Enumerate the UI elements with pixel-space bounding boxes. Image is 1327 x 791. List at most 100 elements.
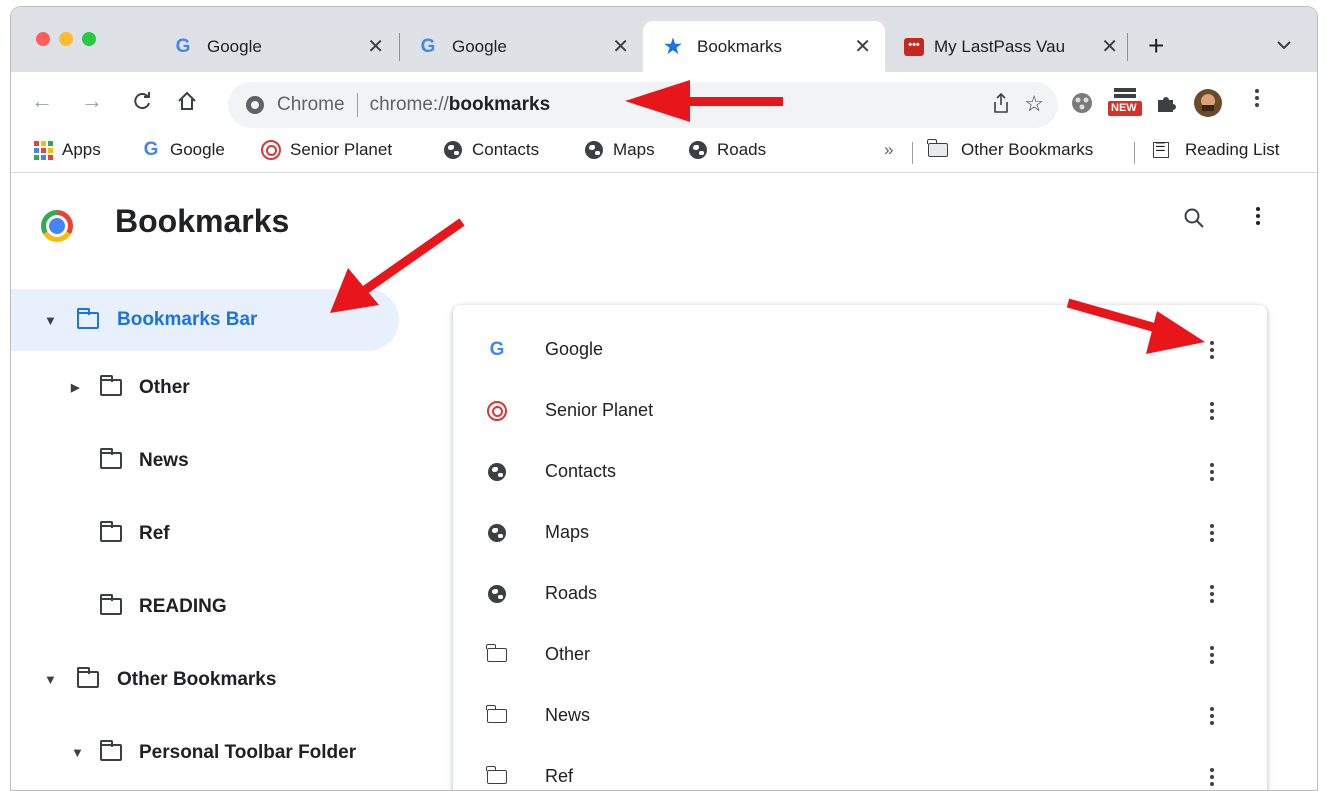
tab-bookmarks[interactable]: ★ Bookmarks ✕ xyxy=(643,21,885,72)
omnibox-divider xyxy=(356,93,358,117)
item-menu-icon[interactable] xyxy=(1210,584,1214,603)
tree-item-bookmarks-bar[interactable]: ▼ Bookmarks Bar xyxy=(11,289,399,351)
toolbar: ← → Chrome chrome:// bookmarks ☆ NEW xyxy=(11,72,1317,132)
list-item[interactable]: Ref xyxy=(453,746,1267,790)
chrome-menu-icon[interactable] xyxy=(1255,89,1259,107)
bookmark-label: Apps xyxy=(62,140,101,159)
bookmark-apps[interactable]: Apps xyxy=(33,138,101,162)
caret-right-icon[interactable]: ▶ xyxy=(71,381,79,394)
close-tab-icon[interactable]: ✕ xyxy=(854,34,871,59)
bookmark-star-icon[interactable]: ☆ xyxy=(1024,91,1044,117)
item-menu-icon[interactable] xyxy=(1210,462,1214,481)
address-bar[interactable]: Chrome chrome:// bookmarks ☆ xyxy=(228,82,1058,128)
google-g-icon: G xyxy=(420,35,436,57)
item-menu-icon[interactable] xyxy=(1210,401,1214,420)
tab-google-2[interactable]: G Google ✕ xyxy=(418,21,643,72)
bookmarks-bar: Apps G Google Senior Planet Contacts Map… xyxy=(11,132,1317,173)
folder-icon xyxy=(100,375,122,396)
list-item[interactable]: News xyxy=(453,685,1267,746)
folder-icon xyxy=(100,594,122,615)
tree-item-personal-toolbar-folder[interactable]: ▼ Personal Toolbar Folder xyxy=(11,716,411,789)
close-tab-icon[interactable]: ✕ xyxy=(367,34,384,59)
bookmark-label: Contacts xyxy=(472,140,540,159)
tab-lastpass[interactable]: ••• My LastPass Vau ✕ xyxy=(904,21,1126,72)
tree-item-other[interactable]: ▶ Other xyxy=(11,351,411,424)
bookmark-other-bookmarks[interactable]: Other Bookmarks xyxy=(927,138,1094,162)
search-icon[interactable] xyxy=(1183,207,1205,234)
tab-title: Bookmarks xyxy=(697,36,783,56)
new-extension-icon[interactable]: NEW xyxy=(1108,86,1142,123)
back-icon[interactable]: ← xyxy=(31,90,53,112)
list-item-label: Google xyxy=(545,339,604,359)
bookmark-contacts[interactable]: Contacts xyxy=(443,138,539,162)
tab-search-chevron-icon[interactable] xyxy=(1276,37,1292,53)
close-tab-icon[interactable]: ✕ xyxy=(612,34,629,59)
film-reel-extension-icon[interactable] xyxy=(1071,92,1093,119)
tree-item-other-bookmarks[interactable]: ▼ Other Bookmarks xyxy=(11,643,411,716)
item-menu-icon[interactable] xyxy=(1210,645,1214,664)
item-menu-icon[interactable] xyxy=(1210,767,1214,786)
bookmark-roads[interactable]: Roads xyxy=(688,138,766,162)
tab-title: Google xyxy=(452,36,507,56)
list-item[interactable]: Maps xyxy=(453,502,1267,563)
bookmark-reading-list[interactable]: Reading List xyxy=(1151,138,1280,162)
new-tab-button[interactable]: + xyxy=(1148,32,1164,60)
list-item[interactable]: Contacts xyxy=(453,441,1267,502)
extensions-puzzle-icon[interactable] xyxy=(1155,92,1177,119)
minimize-window-button[interactable] xyxy=(59,32,73,46)
share-icon[interactable] xyxy=(992,92,1010,120)
caret-down-icon[interactable]: ▼ xyxy=(44,313,57,328)
item-menu-icon[interactable] xyxy=(1210,340,1214,359)
tree-item-reading[interactable]: READING xyxy=(11,570,411,643)
list-item-label: Contacts xyxy=(545,461,617,481)
tree-item-label: Other xyxy=(139,376,190,398)
close-window-button[interactable] xyxy=(36,32,50,46)
google-g-icon: G xyxy=(143,139,159,160)
folder-icon xyxy=(77,667,99,688)
caret-down-icon[interactable]: ▼ xyxy=(71,745,84,760)
folder-icon xyxy=(927,139,948,160)
tab-strip: G Google ✕ G Google ✕ ★ Bookmarks ✕ ••• … xyxy=(11,7,1317,72)
more-options-icon[interactable] xyxy=(1256,207,1260,225)
list-item[interactable]: G Google xyxy=(453,319,1267,380)
tree-item-label: Personal Toolbar Folder xyxy=(139,741,357,763)
close-tab-icon[interactable]: ✕ xyxy=(1101,34,1118,59)
bookmark-label: Roads xyxy=(717,140,767,159)
tree-item-label: Other Bookmarks xyxy=(117,668,277,690)
tree-item-ref[interactable]: Ref xyxy=(11,497,411,570)
url-text: bookmarks xyxy=(448,94,551,115)
list-item-label: Other xyxy=(545,644,591,664)
chevron-double-right-icon: » xyxy=(884,140,894,159)
folder-tree: ▼ Bookmarks Bar ▶ Other News Ref READING xyxy=(11,289,411,789)
profile-avatar[interactable] xyxy=(1193,88,1223,123)
globe-icon xyxy=(487,462,507,482)
list-item[interactable]: Other xyxy=(453,624,1267,685)
chrome-page-icon xyxy=(246,96,264,114)
bookmark-label: Reading List xyxy=(1185,140,1280,159)
site-label: Chrome xyxy=(277,94,345,115)
reload-icon[interactable] xyxy=(131,90,153,116)
tab-separator xyxy=(1127,33,1128,61)
list-item[interactable]: Roads xyxy=(453,563,1267,624)
bookmark-senior-planet[interactable]: Senior Planet xyxy=(261,138,392,162)
bookmark-google[interactable]: G Google xyxy=(141,138,225,162)
bookmark-label: Other Bookmarks xyxy=(961,140,1094,159)
zoom-window-button[interactable] xyxy=(82,32,96,46)
bookmark-maps[interactable]: Maps xyxy=(584,138,655,162)
list-item-label: Maps xyxy=(545,522,590,542)
browser-window: G Google ✕ G Google ✕ ★ Bookmarks ✕ ••• … xyxy=(10,6,1318,791)
item-menu-icon[interactable] xyxy=(1210,706,1214,725)
tree-item-label: Bookmarks Bar xyxy=(117,309,258,330)
star-icon: ★ xyxy=(664,36,682,58)
tree-item-label: Ref xyxy=(139,522,170,544)
bookmark-label: Senior Planet xyxy=(290,140,393,159)
tree-item-news[interactable]: News xyxy=(11,424,411,497)
item-menu-icon[interactable] xyxy=(1210,523,1214,542)
caret-down-icon[interactable]: ▼ xyxy=(44,672,57,687)
folder-icon xyxy=(486,765,507,787)
home-icon[interactable] xyxy=(176,90,198,116)
bookmarks-overflow-button[interactable]: » xyxy=(884,138,893,162)
list-item[interactable]: Senior Planet xyxy=(453,380,1267,441)
forward-icon[interactable]: → xyxy=(81,90,103,112)
tab-google-1[interactable]: G Google ✕ xyxy=(173,21,398,72)
